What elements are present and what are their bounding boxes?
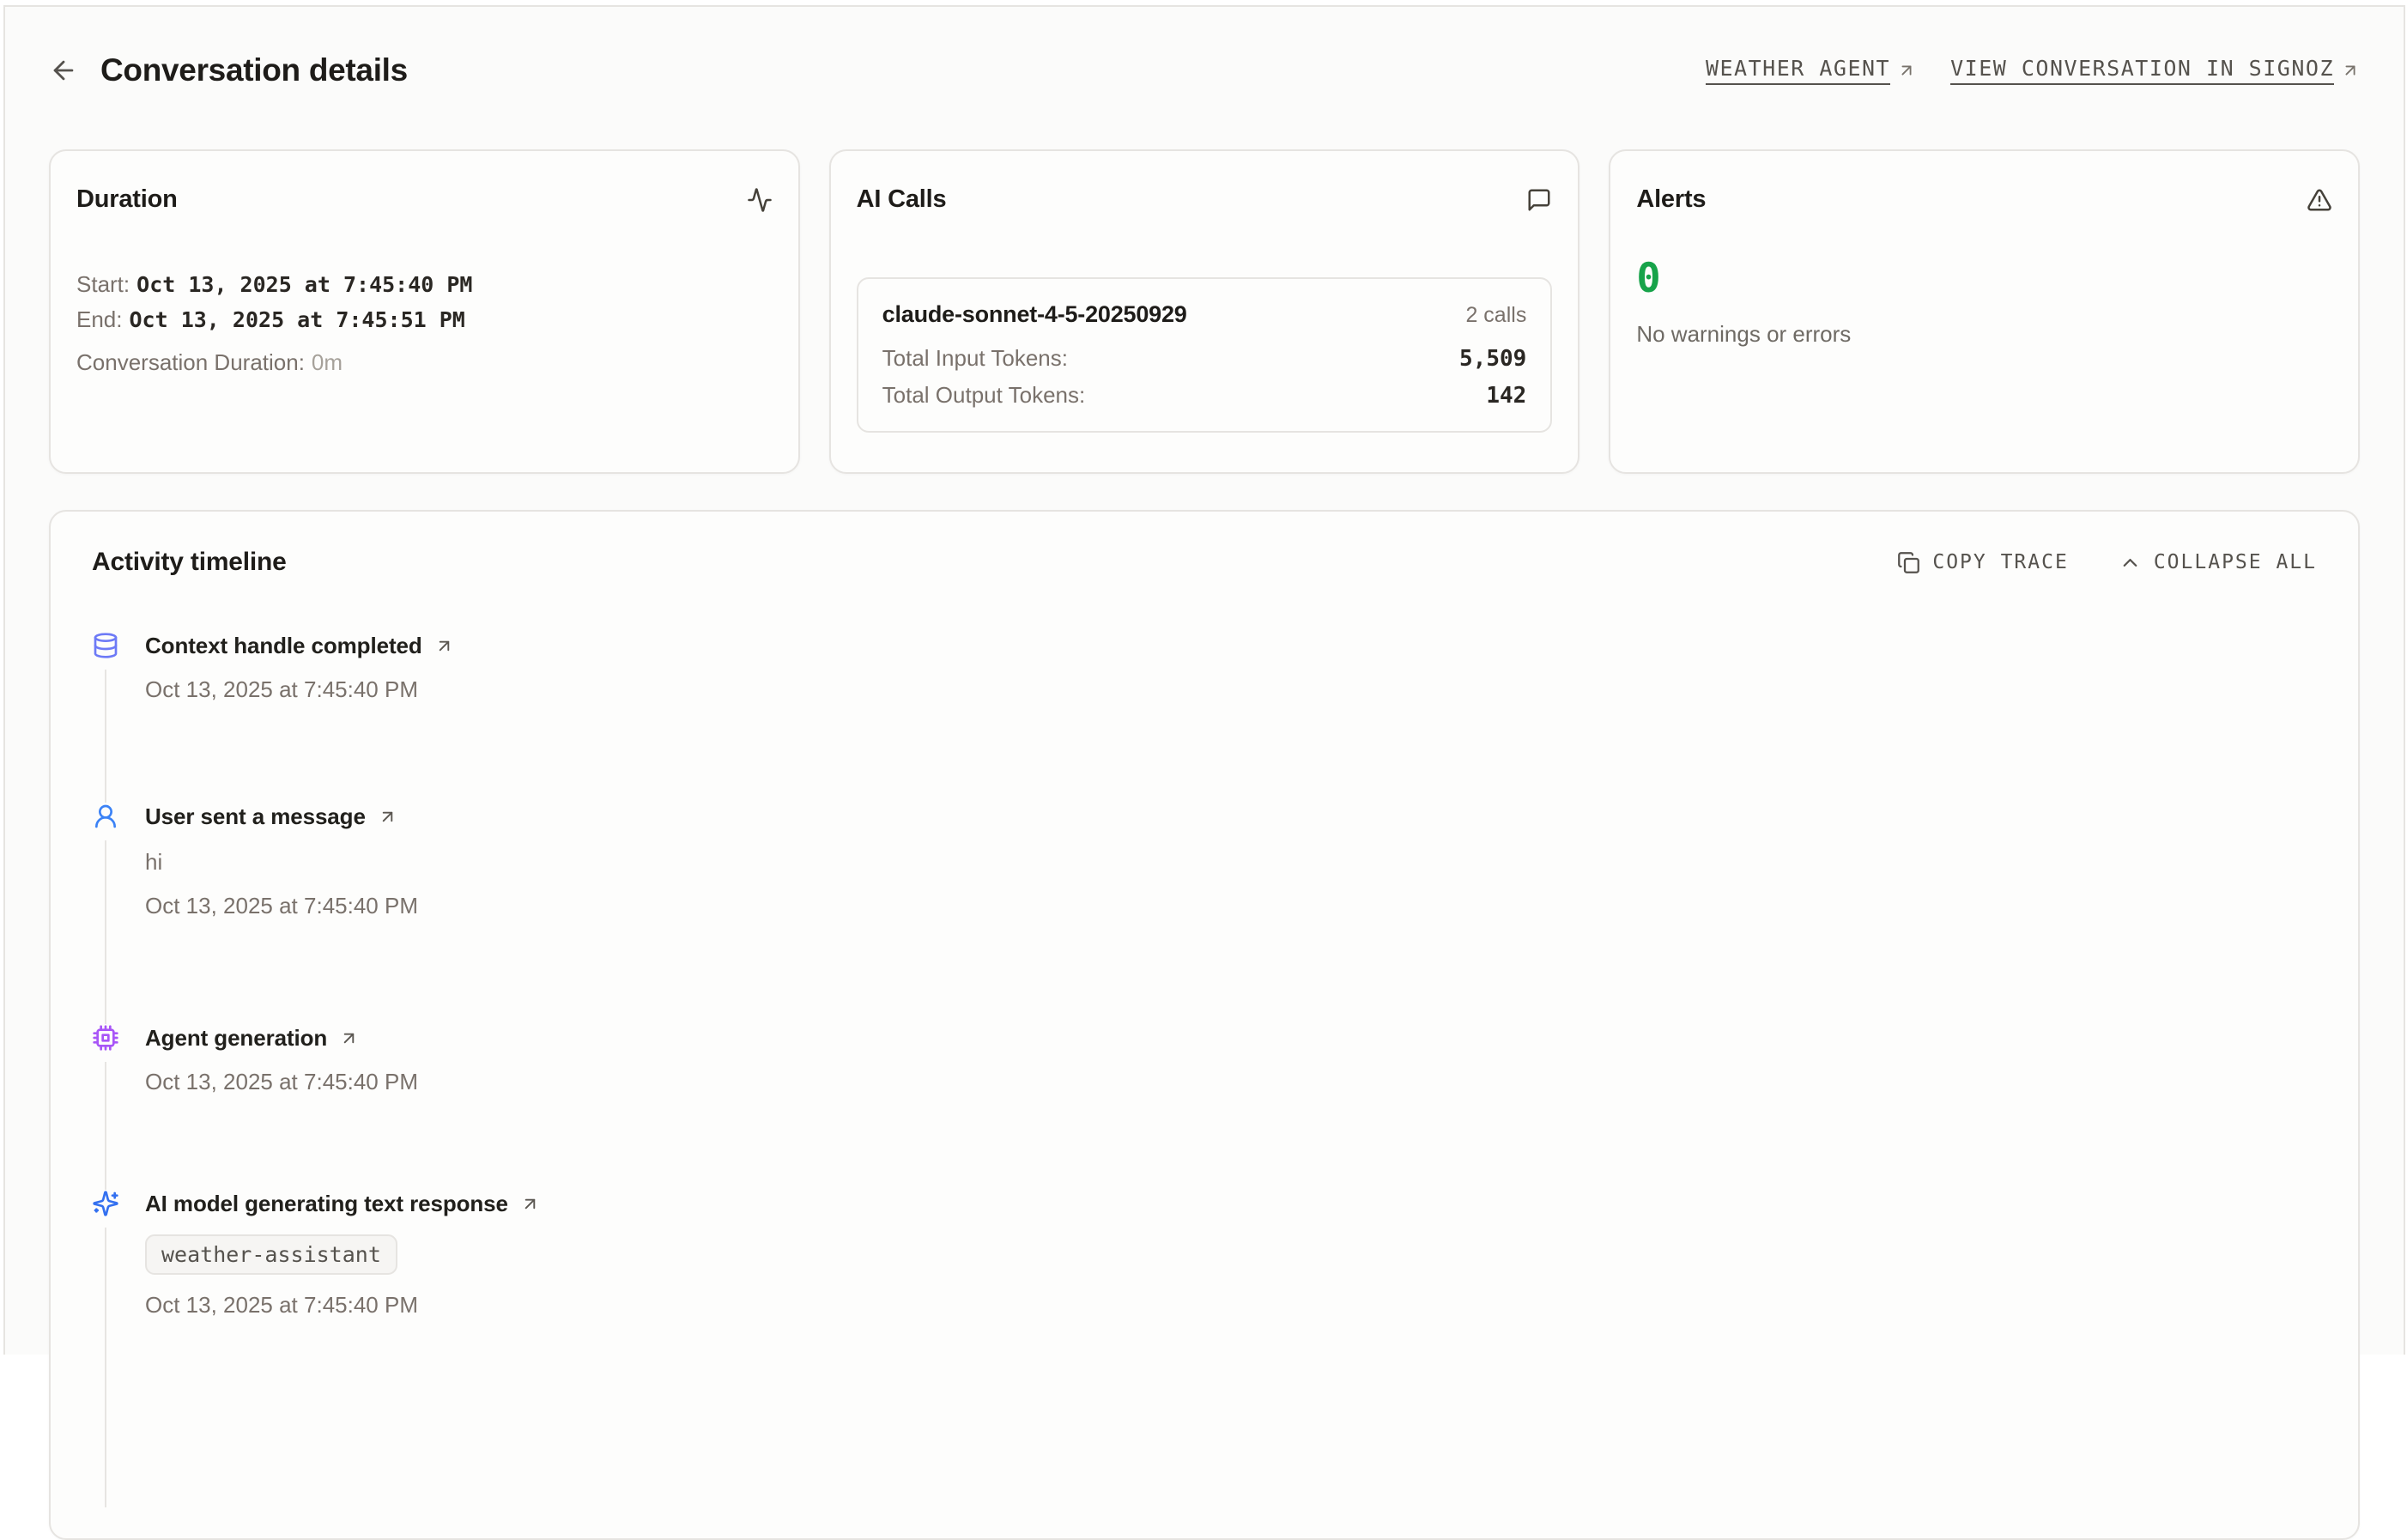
open-span-link-icon[interactable] [520,1194,540,1214]
alerts-count: 0 [1636,258,2332,299]
alerts-card: Alerts 0 No warnings or errors [1609,149,2360,474]
stat-cards-row: Duration Start:Oct 13, 2025 at 7:45:40 P… [49,149,2360,474]
timeline-connector [105,670,106,803]
conversation-duration-row: Conversation Duration:0m [76,346,773,379]
page-header: Conversation details WEATHER AGENT VIEW … [5,7,2404,94]
open-span-link-icon[interactable] [339,1028,359,1048]
activity-timeline-card: Activity timeline COPY TRACE COLLAPSE AL… [49,510,2360,1540]
timeline-title: Activity timeline [92,548,287,577]
chevron-up-icon [2119,551,2142,574]
collapse-all-button[interactable]: COLLAPSE ALL [2119,551,2317,574]
external-link-icon [1897,61,1916,80]
message-square-icon [1526,187,1552,213]
ai-calls-card: AI Calls claude-sonnet-4-5-20250929 2 ca… [829,149,1580,474]
timeline-item-title: AI model generating text response [145,1191,508,1217]
weather-agent-link[interactable]: WEATHER AGENT [1706,56,1916,85]
warning-triangle-icon [2307,187,2332,213]
page-title: Conversation details [100,52,408,88]
timeline-item-title: Context handle completed [145,633,422,659]
timeline-item-timestamp: Oct 13, 2025 at 7:45:40 PM [145,893,2317,919]
model-usage-box: claude-sonnet-4-5-20250929 2 calls Total… [857,277,1553,433]
timeline-item-title: User sent a message [145,803,366,830]
input-tokens-value: 5,509 [1459,346,1526,372]
timeline-item-ai-text-response: AI model generating text response weathe… [92,1190,2317,1507]
timeline-item-context-handle: Context handle completed Oct 13, 2025 at… [92,632,2317,803]
output-tokens-row: Total Output Tokens: 142 [882,382,1527,409]
cpu-icon [92,1024,119,1052]
model-name: claude-sonnet-4-5-20250929 [882,301,1187,328]
view-conversation-signoz-link[interactable]: VIEW CONVERSATION IN SIGNOZ [1950,56,2360,85]
sparkles-icon [92,1190,119,1217]
timeline-item-timestamp: Oct 13, 2025 at 7:45:40 PM [145,1292,2317,1319]
open-span-link-icon[interactable] [378,807,397,827]
copy-icon [1897,551,1920,574]
external-link-icon [2341,61,2360,80]
timeline-item-title: Agent generation [145,1025,327,1052]
open-span-link-icon[interactable] [434,636,454,656]
user-icon [92,803,119,830]
timeline-items: Context handle completed Oct 13, 2025 at… [92,632,2317,1507]
ai-calls-card-title: AI Calls [857,185,947,214]
duration-card: Duration Start:Oct 13, 2025 at 7:45:40 P… [49,149,800,474]
timeline-connector [105,840,106,1024]
start-time-value: Oct 13, 2025 at 7:45:40 PM [136,272,472,297]
timeline-item-timestamp: Oct 13, 2025 at 7:45:40 PM [145,1069,2317,1095]
timeline-connector [105,1228,106,1507]
duration-card-title: Duration [76,185,178,214]
conversation-details-pane: Conversation details WEATHER AGENT VIEW … [3,5,2405,1355]
timeline-connector [105,1062,106,1190]
alerts-message: No warnings or errors [1636,321,2332,348]
end-time-row: End:Oct 13, 2025 at 7:45:51 PM [76,302,773,337]
output-tokens-value: 142 [1486,383,1526,409]
copy-trace-button[interactable]: COPY TRACE [1897,551,2068,574]
agent-name-badge: weather-assistant [145,1234,397,1275]
input-tokens-row: Total Input Tokens: 5,509 [882,345,1527,372]
back-arrow-icon[interactable] [49,56,78,85]
timeline-item-user-message: User sent a message hi Oct 13, 2025 at 7… [92,803,2317,1024]
timeline-item-agent-generation: Agent generation Oct 13, 2025 at 7:45:40… [92,1024,2317,1190]
alerts-card-title: Alerts [1636,185,1706,214]
start-time-row: Start:Oct 13, 2025 at 7:45:40 PM [76,267,773,302]
conversation-duration-value: 0m [312,349,343,375]
model-call-count: 2 calls [1465,303,1526,328]
activity-pulse-icon [747,187,773,213]
timeline-item-timestamp: Oct 13, 2025 at 7:45:40 PM [145,676,2317,703]
database-icon [92,632,119,659]
user-message-text: hi [145,849,2317,876]
end-time-value: Oct 13, 2025 at 7:45:51 PM [130,307,465,332]
header-links: WEATHER AGENT VIEW CONVERSATION IN SIGNO… [1706,56,2360,85]
